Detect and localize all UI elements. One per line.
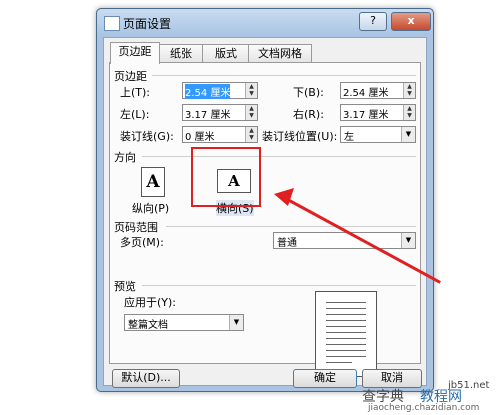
preview-text-line [326, 326, 366, 327]
gutter-spinner[interactable]: 0 厘米 ▲ ▼ [182, 126, 258, 143]
chevron-down-icon[interactable]: ▼ [401, 233, 415, 248]
page-setup-dialog: 页面设置 ? x 页边距 纸张 版式 文档网格 页边距 上(T): 2.54 厘… [96, 8, 434, 392]
document-icon [104, 16, 120, 31]
preview-text-line [326, 332, 366, 333]
apply-to-value: 整篇文档 [128, 320, 168, 331]
pages-section-title: 页码范围 [114, 221, 158, 234]
landscape-highlight-box [191, 147, 261, 207]
left-margin-spin-arrows-icon[interactable]: ▲ ▼ [245, 105, 257, 120]
apply-to-select[interactable]: 整篇文档 ▼ [124, 314, 244, 331]
bottom-margin-value[interactable]: 2.54 厘米 [343, 84, 388, 99]
preview-text-line [326, 320, 366, 321]
right-margin-spin-arrows-icon[interactable]: ▲ ▼ [403, 105, 415, 120]
gutter-position-label: 装订线位置(U): [262, 130, 338, 143]
preview-text-line [326, 344, 366, 345]
margins-divider [152, 75, 416, 76]
margins-section-title: 页边距 [114, 70, 147, 83]
tab-paper[interactable]: 纸张 [158, 44, 204, 63]
title-bar[interactable]: 页面设置 ? x [97, 9, 433, 36]
left-margin-label: 左(L): [120, 108, 150, 121]
preview-text-line [326, 338, 366, 339]
gutter-position-select[interactable]: 左 ▼ [340, 126, 416, 143]
top-margin-label: 上(T): [120, 86, 151, 99]
preview-section-title: 预览 [114, 280, 136, 293]
preview-divider [142, 285, 416, 286]
tab-margins[interactable]: 页边距 [110, 42, 160, 64]
chevron-down-icon[interactable]: ▼ [229, 315, 243, 330]
top-margin-spin-arrows-icon[interactable]: ▲ ▼ [245, 83, 257, 98]
tab-document-grid[interactable]: 文档网格 [248, 44, 312, 63]
ok-button[interactable]: 确定 [293, 369, 357, 388]
gutter-value[interactable]: 0 厘米 [185, 128, 215, 143]
multiple-pages-label: 多页(M): [120, 236, 164, 249]
orientation-section-title: 方向 [114, 151, 136, 164]
bottom-margin-spin-arrows-icon[interactable]: ▲ ▼ [403, 83, 415, 98]
right-margin-spinner[interactable]: 3.17 厘米 ▲ ▼ [340, 104, 416, 121]
set-as-default-button[interactable]: 默认(D)... [112, 369, 180, 388]
multiple-pages-value: 普通 [277, 238, 297, 249]
multiple-pages-select[interactable]: 普通 ▼ [273, 232, 416, 249]
preview-page-thumbnail [315, 291, 377, 377]
tab-layout[interactable]: 版式 [202, 44, 250, 63]
right-margin-value[interactable]: 3.17 厘米 [343, 106, 388, 121]
top-margin-value[interactable]: 2.54 厘米 [185, 84, 231, 99]
preview-text-line [326, 314, 366, 315]
annotation-arrowhead-icon [274, 188, 294, 206]
preview-text-line [326, 362, 352, 363]
preview-text-line [326, 350, 366, 351]
margins-tab-panel: 页边距 上(T): 2.54 厘米 ▲ ▼ 下(B): 2.54 厘米 ▲ ▼ 左(… [109, 62, 421, 377]
dialog-client-area: 页边距 纸张 版式 文档网格 页边距 上(T): 2.54 厘米 ▲ ▼ 下(B)… [103, 37, 427, 388]
left-margin-spinner[interactable]: 3.17 厘米 ▲ ▼ [182, 104, 258, 121]
dialog-title: 页面设置 [123, 17, 172, 31]
apply-to-label: 应用于(Y): [124, 296, 177, 309]
preview-text-line [326, 308, 366, 309]
portrait-label[interactable]: 纵向(P) [132, 200, 169, 216]
bottom-margin-label: 下(B): [293, 86, 324, 99]
preview-text-line [326, 302, 366, 303]
help-button[interactable]: ? [359, 12, 387, 31]
left-margin-value[interactable]: 3.17 厘米 [185, 106, 230, 121]
close-button[interactable]: x [391, 12, 431, 31]
gutter-spin-arrows-icon[interactable]: ▲ ▼ [245, 127, 257, 142]
preview-text-line [326, 356, 366, 357]
orientation-divider [142, 156, 416, 157]
top-margin-spinner[interactable]: 2.54 厘米 ▲ ▼ [182, 82, 258, 99]
right-margin-label: 右(R): [293, 108, 324, 121]
bottom-margin-spinner[interactable]: 2.54 厘米 ▲ ▼ [340, 82, 416, 99]
portrait-icon[interactable]: A [141, 167, 165, 197]
gutter-label: 装订线(G): [120, 130, 174, 143]
watermark-url: jiaocheng.chazidian.com [368, 403, 480, 413]
pages-divider [166, 226, 416, 227]
chevron-down-icon[interactable]: ▼ [401, 127, 415, 142]
gutter-position-value: 左 [344, 132, 354, 143]
